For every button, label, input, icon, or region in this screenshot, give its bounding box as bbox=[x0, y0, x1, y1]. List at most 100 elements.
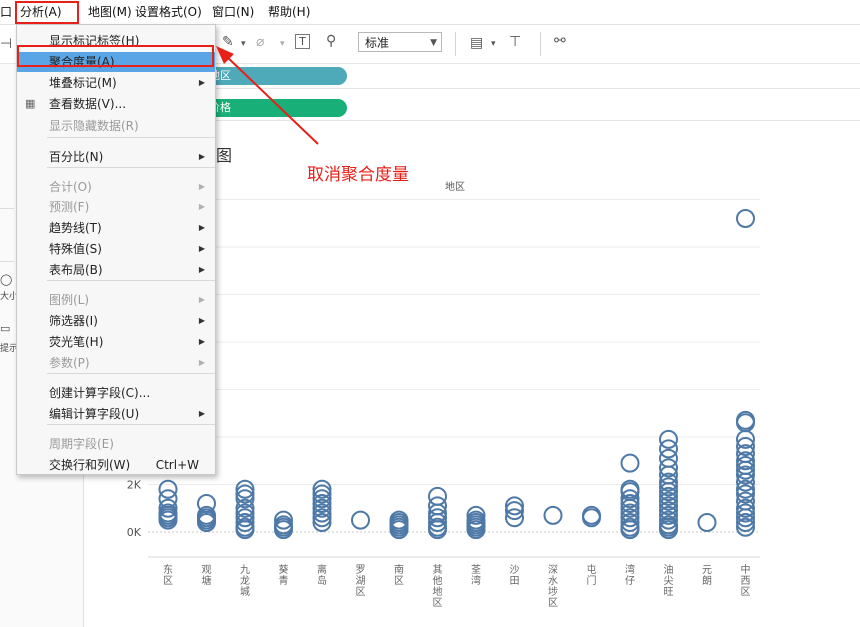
x-tick-label: 葵青 bbox=[279, 564, 289, 587]
annotation-text: 取消聚合度量 bbox=[307, 165, 409, 185]
x-tick-label: 屯门 bbox=[587, 563, 597, 587]
dropdown-item-label: 百分比(N) bbox=[49, 150, 104, 164]
dropdown-separator-0 bbox=[47, 137, 215, 138]
x-tick-label-char: 深 bbox=[548, 564, 558, 576]
dropdown-item-11: 图例(L) ▶ bbox=[17, 290, 215, 310]
dropdown-item-label: 交换行和列(W) bbox=[49, 458, 131, 472]
dropdown-item-4: 显示隐藏数据(R) bbox=[17, 116, 215, 136]
dropdown-separator-3 bbox=[47, 373, 215, 374]
menu-map[interactable]: 地图(M) bbox=[88, 0, 132, 24]
dropdown-item-7: 预测(F) ▶ bbox=[17, 197, 215, 217]
dropdown-item-3[interactable]: 查看数据(V)... ▦ bbox=[17, 94, 215, 114]
x-tick-label-char: 龙 bbox=[240, 574, 250, 587]
data-point bbox=[351, 510, 370, 530]
menu-window[interactable]: 窗口(N) bbox=[212, 0, 254, 24]
x-tick-label-char: 地 bbox=[433, 585, 443, 598]
data-point bbox=[736, 209, 755, 228]
menu-help[interactable]: 帮助(H) bbox=[268, 0, 310, 24]
x-tick-label-char: 离 bbox=[317, 563, 327, 576]
x-tick-label-char: 城 bbox=[240, 586, 250, 598]
x-tick-label-char: 区 bbox=[356, 586, 366, 598]
x-tick-label: 深水埗区 bbox=[548, 564, 558, 609]
x-tick-label-char: 湾 bbox=[625, 563, 635, 576]
x-tick-label: 东区 bbox=[163, 563, 173, 587]
view-data-icon: ▦ bbox=[25, 97, 36, 110]
x-tick-label: 沙田 bbox=[510, 564, 520, 587]
dropdown-item-18[interactable]: 交换行和列(W) Ctrl+W bbox=[17, 455, 215, 475]
share-icon[interactable]: ⚯ bbox=[554, 33, 566, 49]
x-tick-label-char: 元 bbox=[702, 565, 712, 576]
annotation-arrow bbox=[216, 46, 319, 145]
x-tick-label-char: 门 bbox=[587, 574, 597, 587]
submenu-arrow-icon: ▶ bbox=[198, 182, 205, 191]
dropdown-item-9[interactable]: 特殊值(S) ▶ bbox=[17, 239, 215, 259]
dropdown-item-label: 堆叠标记(M) bbox=[49, 76, 117, 90]
x-tick-label-char: 田 bbox=[510, 576, 520, 587]
dropdown-item-label: 荧光笔(H) bbox=[49, 335, 104, 349]
dropdown-item-12[interactable]: 筛选器(I) ▶ bbox=[17, 311, 215, 331]
x-tick-label-char: 西 bbox=[741, 576, 751, 587]
x-tick-label: 油尖旺 bbox=[664, 563, 674, 598]
dropdown-item-label: 特殊值(S) bbox=[49, 242, 102, 256]
dropdown-item-2[interactable]: 堆叠标记(M) ▶ bbox=[17, 73, 215, 93]
x-tick-label-char: 葵 bbox=[279, 564, 289, 576]
dropdown-item-label: 趋势线(T) bbox=[49, 221, 102, 235]
dropdown-separator-4 bbox=[47, 424, 215, 425]
dropdown-arrow-icon: ▼ bbox=[430, 38, 437, 48]
x-tick-label: 九龙城 bbox=[240, 564, 250, 598]
size-icon[interactable]: ◯ bbox=[0, 273, 12, 286]
data-point bbox=[543, 505, 563, 525]
dropdown-item-14: 参数(P) ▶ bbox=[17, 353, 215, 373]
x-tick-label: 观塘 bbox=[202, 564, 212, 587]
chevron-down-icon-3[interactable]: ▾ bbox=[491, 36, 496, 52]
mark-size-select-value: 标准 bbox=[365, 36, 390, 50]
data-point bbox=[620, 453, 640, 473]
submenu-arrow-icon: ▶ bbox=[198, 358, 205, 367]
annotation-highlight-analysis-menu bbox=[15, 1, 79, 24]
x-tick-label-char: 埗 bbox=[548, 585, 558, 598]
submenu-arrow-icon: ▶ bbox=[198, 202, 205, 211]
x-tick-label-char: 中 bbox=[741, 563, 751, 576]
x-tick-label-char: 屯 bbox=[587, 563, 597, 576]
x-tick-label-char: 沙 bbox=[510, 564, 520, 576]
dropdown-item-15[interactable]: 创建计算字段(C)... bbox=[17, 383, 215, 403]
dropdown-item-shortcut: Ctrl+W bbox=[155, 458, 199, 472]
x-tick-label-char: 水 bbox=[548, 575, 558, 587]
x-tick-label-char: 油 bbox=[664, 563, 674, 576]
toolbar-separator bbox=[455, 32, 456, 56]
annotation-highlight-aggregate-item bbox=[17, 45, 214, 67]
marks-card-divider bbox=[0, 208, 14, 262]
x-tick-label-char: 东 bbox=[163, 563, 173, 576]
partial-toolbar-icon[interactable]: ⊣ bbox=[0, 36, 12, 52]
x-tick-label: 其他地区 bbox=[433, 564, 443, 609]
x-tick-label-char: 区 bbox=[163, 575, 173, 587]
x-tick-label-char: 其 bbox=[433, 564, 443, 576]
dropdown-item-8[interactable]: 趋势线(T) ▶ bbox=[17, 218, 215, 238]
y-tick-label: 2K bbox=[127, 479, 142, 492]
menu-format[interactable]: 设置格式(O) bbox=[135, 0, 202, 24]
mark-size-select[interactable]: 标准 ▼ bbox=[358, 32, 442, 52]
dropdown-item-5[interactable]: 百分比(N) ▶ bbox=[17, 147, 215, 167]
dropdown-item-label: 查看数据(V)... bbox=[49, 97, 127, 111]
dropdown-item-10[interactable]: 表布局(B) ▶ bbox=[17, 260, 215, 280]
menu-partial[interactable]: 口 bbox=[0, 0, 12, 24]
x-tick-label-char: 尖 bbox=[664, 574, 674, 587]
y-tick-label: 0K bbox=[127, 526, 142, 539]
submenu-arrow-icon: ▶ bbox=[198, 295, 205, 304]
x-tick-label-char: 观 bbox=[202, 564, 212, 576]
dropdown-item-16[interactable]: 编辑计算字段(U) ▶ bbox=[17, 404, 215, 424]
tooltip-icon[interactable]: ▭ bbox=[0, 322, 10, 335]
x-tick-label-char: 仔 bbox=[625, 575, 635, 587]
analysis-dropdown-menu: 显示标记标签(H) 聚合度量(A) 堆叠标记(M) ▶ 查看数据(V)... ▦ 显示隐藏数… bbox=[16, 24, 216, 475]
dropdown-item-17: 周期字段(E) bbox=[17, 434, 215, 454]
dropdown-item-label: 创建计算字段(C)... bbox=[49, 386, 151, 400]
x-tick-label: 南区 bbox=[394, 563, 404, 587]
dropdown-item-13[interactable]: 荧光笔(H) ▶ bbox=[17, 332, 215, 352]
bar-chart-icon[interactable]: ▤ bbox=[470, 35, 483, 51]
dropdown-item-label: 编辑计算字段(U) bbox=[49, 407, 140, 421]
submenu-arrow-icon: ▶ bbox=[198, 223, 205, 232]
dropdown-separator-1 bbox=[47, 167, 215, 168]
x-tick-label-char: 青 bbox=[279, 574, 289, 587]
presentation-icon[interactable]: ⊤ bbox=[509, 34, 521, 50]
x-tick-label: 元朗 bbox=[702, 565, 712, 587]
